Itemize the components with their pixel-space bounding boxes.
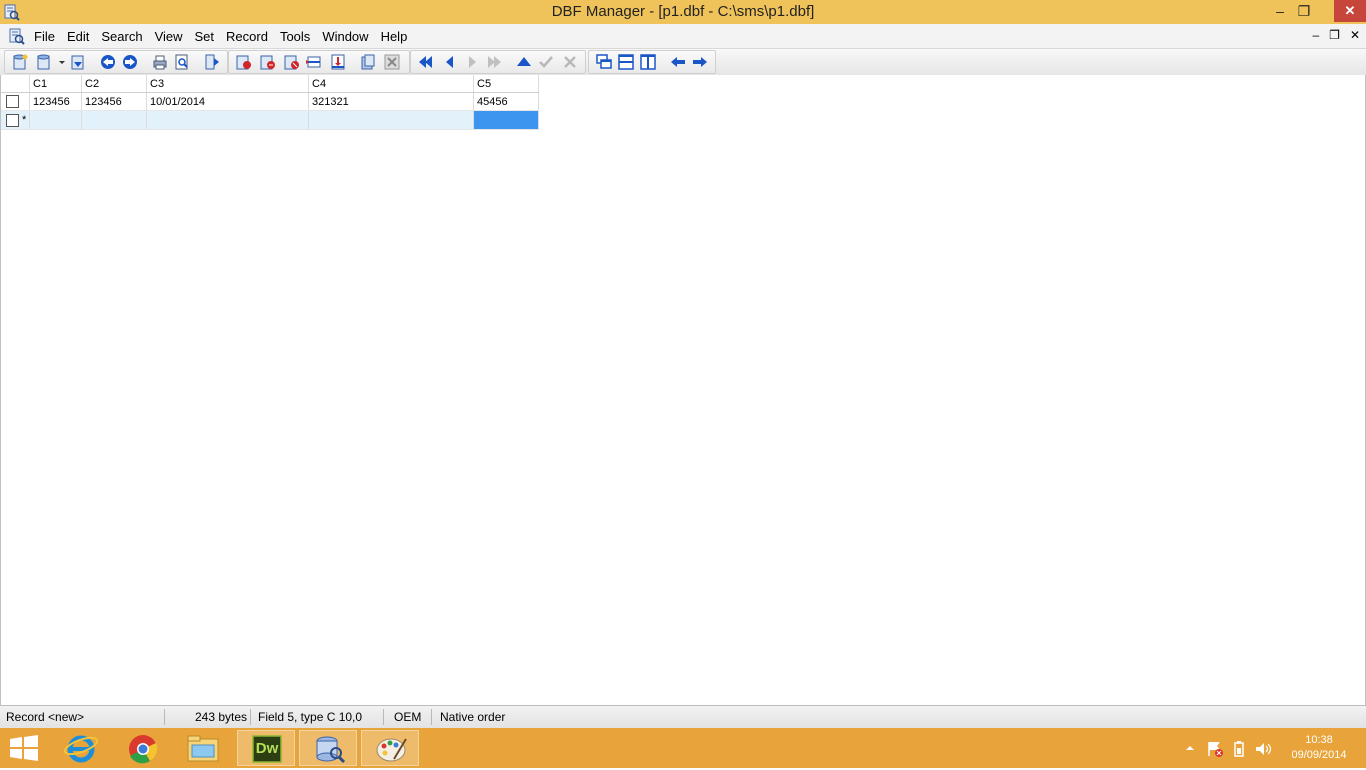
clock-time: 10:38 [1305, 734, 1333, 746]
previous-record-icon[interactable] [441, 53, 459, 71]
grid-header-row: C1 C2 C3 C4 C5 [1, 75, 539, 93]
tile-horizontal-icon[interactable] [617, 53, 635, 71]
print-preview-icon[interactable] [173, 53, 191, 71]
export-icon[interactable] [121, 53, 139, 71]
exit-icon[interactable] [203, 53, 221, 71]
new-row-marker: * [22, 114, 27, 126]
chrome-icon[interactable] [114, 730, 172, 766]
status-bar: Record <new> 243 bytes Field 5, type C 1… [0, 705, 1366, 729]
paint-icon[interactable] [361, 730, 419, 766]
toolbar-group-navigate [410, 50, 586, 74]
close-button[interactable]: ✕ [1334, 0, 1366, 22]
grid-cell[interactable]: 123456 [29, 92, 82, 111]
remove-row-icon[interactable] [305, 53, 323, 71]
file-explorer-icon[interactable] [174, 730, 232, 766]
toolbar [0, 49, 1366, 76]
mdi-close-button[interactable]: ✕ [1350, 28, 1360, 42]
next-record-icon[interactable] [463, 53, 481, 71]
status-field: Field 5, type C 10,0 [258, 710, 363, 724]
column-header-c5[interactable]: C5 [473, 75, 539, 93]
new-table-icon[interactable] [11, 53, 29, 71]
grid-cell[interactable]: 123456 [81, 92, 147, 111]
status-size: 243 bytes [195, 710, 248, 724]
mdi-restore-button[interactable]: ❐ [1329, 28, 1340, 42]
cancel-edit-icon[interactable] [561, 53, 579, 71]
column-header-c2[interactable]: C2 [81, 75, 147, 93]
post-checkmark-icon[interactable] [537, 53, 555, 71]
dreamweaver-icon[interactable]: Dw [237, 730, 295, 766]
delete-record-icon[interactable] [283, 53, 301, 71]
grid-cell[interactable] [81, 110, 147, 130]
window-title: DBF Manager - [p1.dbf - C:\sms\p1.dbf] [551, 3, 815, 20]
status-charset: OEM [394, 710, 422, 724]
table-row[interactable]: 123456 123456 10/01/2014 321321 45456 [1, 92, 539, 111]
toolbar-group-window [588, 50, 716, 74]
toolbar-group-record [228, 50, 410, 74]
back-arrow-icon[interactable] [669, 53, 687, 71]
menu-record[interactable]: Record [226, 29, 274, 44]
menu-bar: File Edit Search View Set Record Tools W… [0, 24, 1366, 49]
action-center-flag-icon[interactable] [1206, 740, 1224, 758]
row-indicator[interactable]: * [1, 110, 30, 130]
menu-window[interactable]: Window [322, 29, 374, 44]
grid-cell[interactable]: 321321 [308, 92, 474, 111]
save-table-icon[interactable] [69, 53, 87, 71]
taskbar: Dw 10:38 09/09/2014 [0, 728, 1366, 768]
last-record-icon[interactable] [485, 53, 503, 71]
row-delete-checkbox[interactable] [6, 95, 19, 108]
column-header-c3[interactable]: C3 [146, 75, 309, 93]
menu-edit[interactable]: Edit [67, 29, 95, 44]
row-indicator[interactable] [1, 92, 30, 111]
grid-cell[interactable] [29, 110, 82, 130]
dropdown-arrow-icon[interactable] [53, 53, 65, 71]
clock[interactable]: 10:38 09/09/2014 [1282, 733, 1356, 763]
clock-date: 09/09/2014 [1291, 749, 1347, 761]
print-icon[interactable] [151, 53, 169, 71]
import-icon[interactable] [99, 53, 117, 71]
dbf-manager-icon[interactable] [299, 730, 357, 766]
selected-grid-cell[interactable] [473, 110, 539, 130]
toolbar-group-file [4, 50, 228, 74]
open-table-icon[interactable] [35, 53, 53, 71]
cascade-windows-icon[interactable] [595, 53, 613, 71]
grid-cell[interactable]: 45456 [473, 92, 539, 111]
mdi-minimize-button[interactable]: – [1312, 28, 1319, 42]
start-icon[interactable] [8, 734, 40, 762]
grid-cell[interactable] [308, 110, 474, 130]
dreamweaver-label: Dw [255, 740, 279, 757]
column-header-c1[interactable]: C1 [29, 75, 82, 93]
append-row-icon[interactable] [329, 53, 347, 71]
add-record-icon[interactable] [235, 53, 253, 71]
internet-explorer-icon[interactable] [52, 730, 110, 766]
move-up-icon[interactable] [515, 53, 533, 71]
grid-cell[interactable]: 10/01/2014 [146, 92, 309, 111]
insert-record-icon[interactable] [259, 53, 277, 71]
menu-help[interactable]: Help [381, 29, 414, 44]
document-icon[interactable] [7, 27, 25, 45]
menu-set[interactable]: Set [195, 29, 221, 44]
menu-tools[interactable]: Tools [280, 29, 316, 44]
menu-search[interactable]: Search [101, 29, 148, 44]
forward-arrow-icon[interactable] [691, 53, 709, 71]
status-record: Record <new> [6, 710, 85, 724]
grid-cell[interactable] [146, 110, 309, 130]
new-record-row[interactable]: * [1, 110, 539, 130]
restore-button[interactable]: ❐ [1290, 0, 1318, 22]
structure-icon[interactable] [359, 53, 377, 71]
show-hidden-icons-icon[interactable] [1184, 742, 1196, 754]
volume-icon[interactable] [1254, 740, 1272, 758]
tile-vertical-icon[interactable] [639, 53, 657, 71]
row-delete-checkbox[interactable] [6, 113, 19, 127]
menu-view[interactable]: View [155, 29, 189, 44]
menu-file[interactable]: File [34, 29, 61, 44]
power-icon[interactable] [1230, 740, 1248, 758]
indicator-header [1, 75, 30, 93]
data-grid: C1 C2 C3 C4 C5 123456 123456 10/01/2014 … [1, 75, 539, 130]
table-view: C1 C2 C3 C4 C5 123456 123456 10/01/2014 … [0, 75, 1366, 705]
title-bar[interactable]: DBF Manager - [p1.dbf - C:\sms\p1.dbf] –… [0, 0, 1366, 24]
cancel-icon[interactable] [383, 53, 401, 71]
status-order: Native order [440, 710, 506, 724]
first-record-icon[interactable] [417, 53, 435, 71]
column-header-c4[interactable]: C4 [308, 75, 474, 93]
